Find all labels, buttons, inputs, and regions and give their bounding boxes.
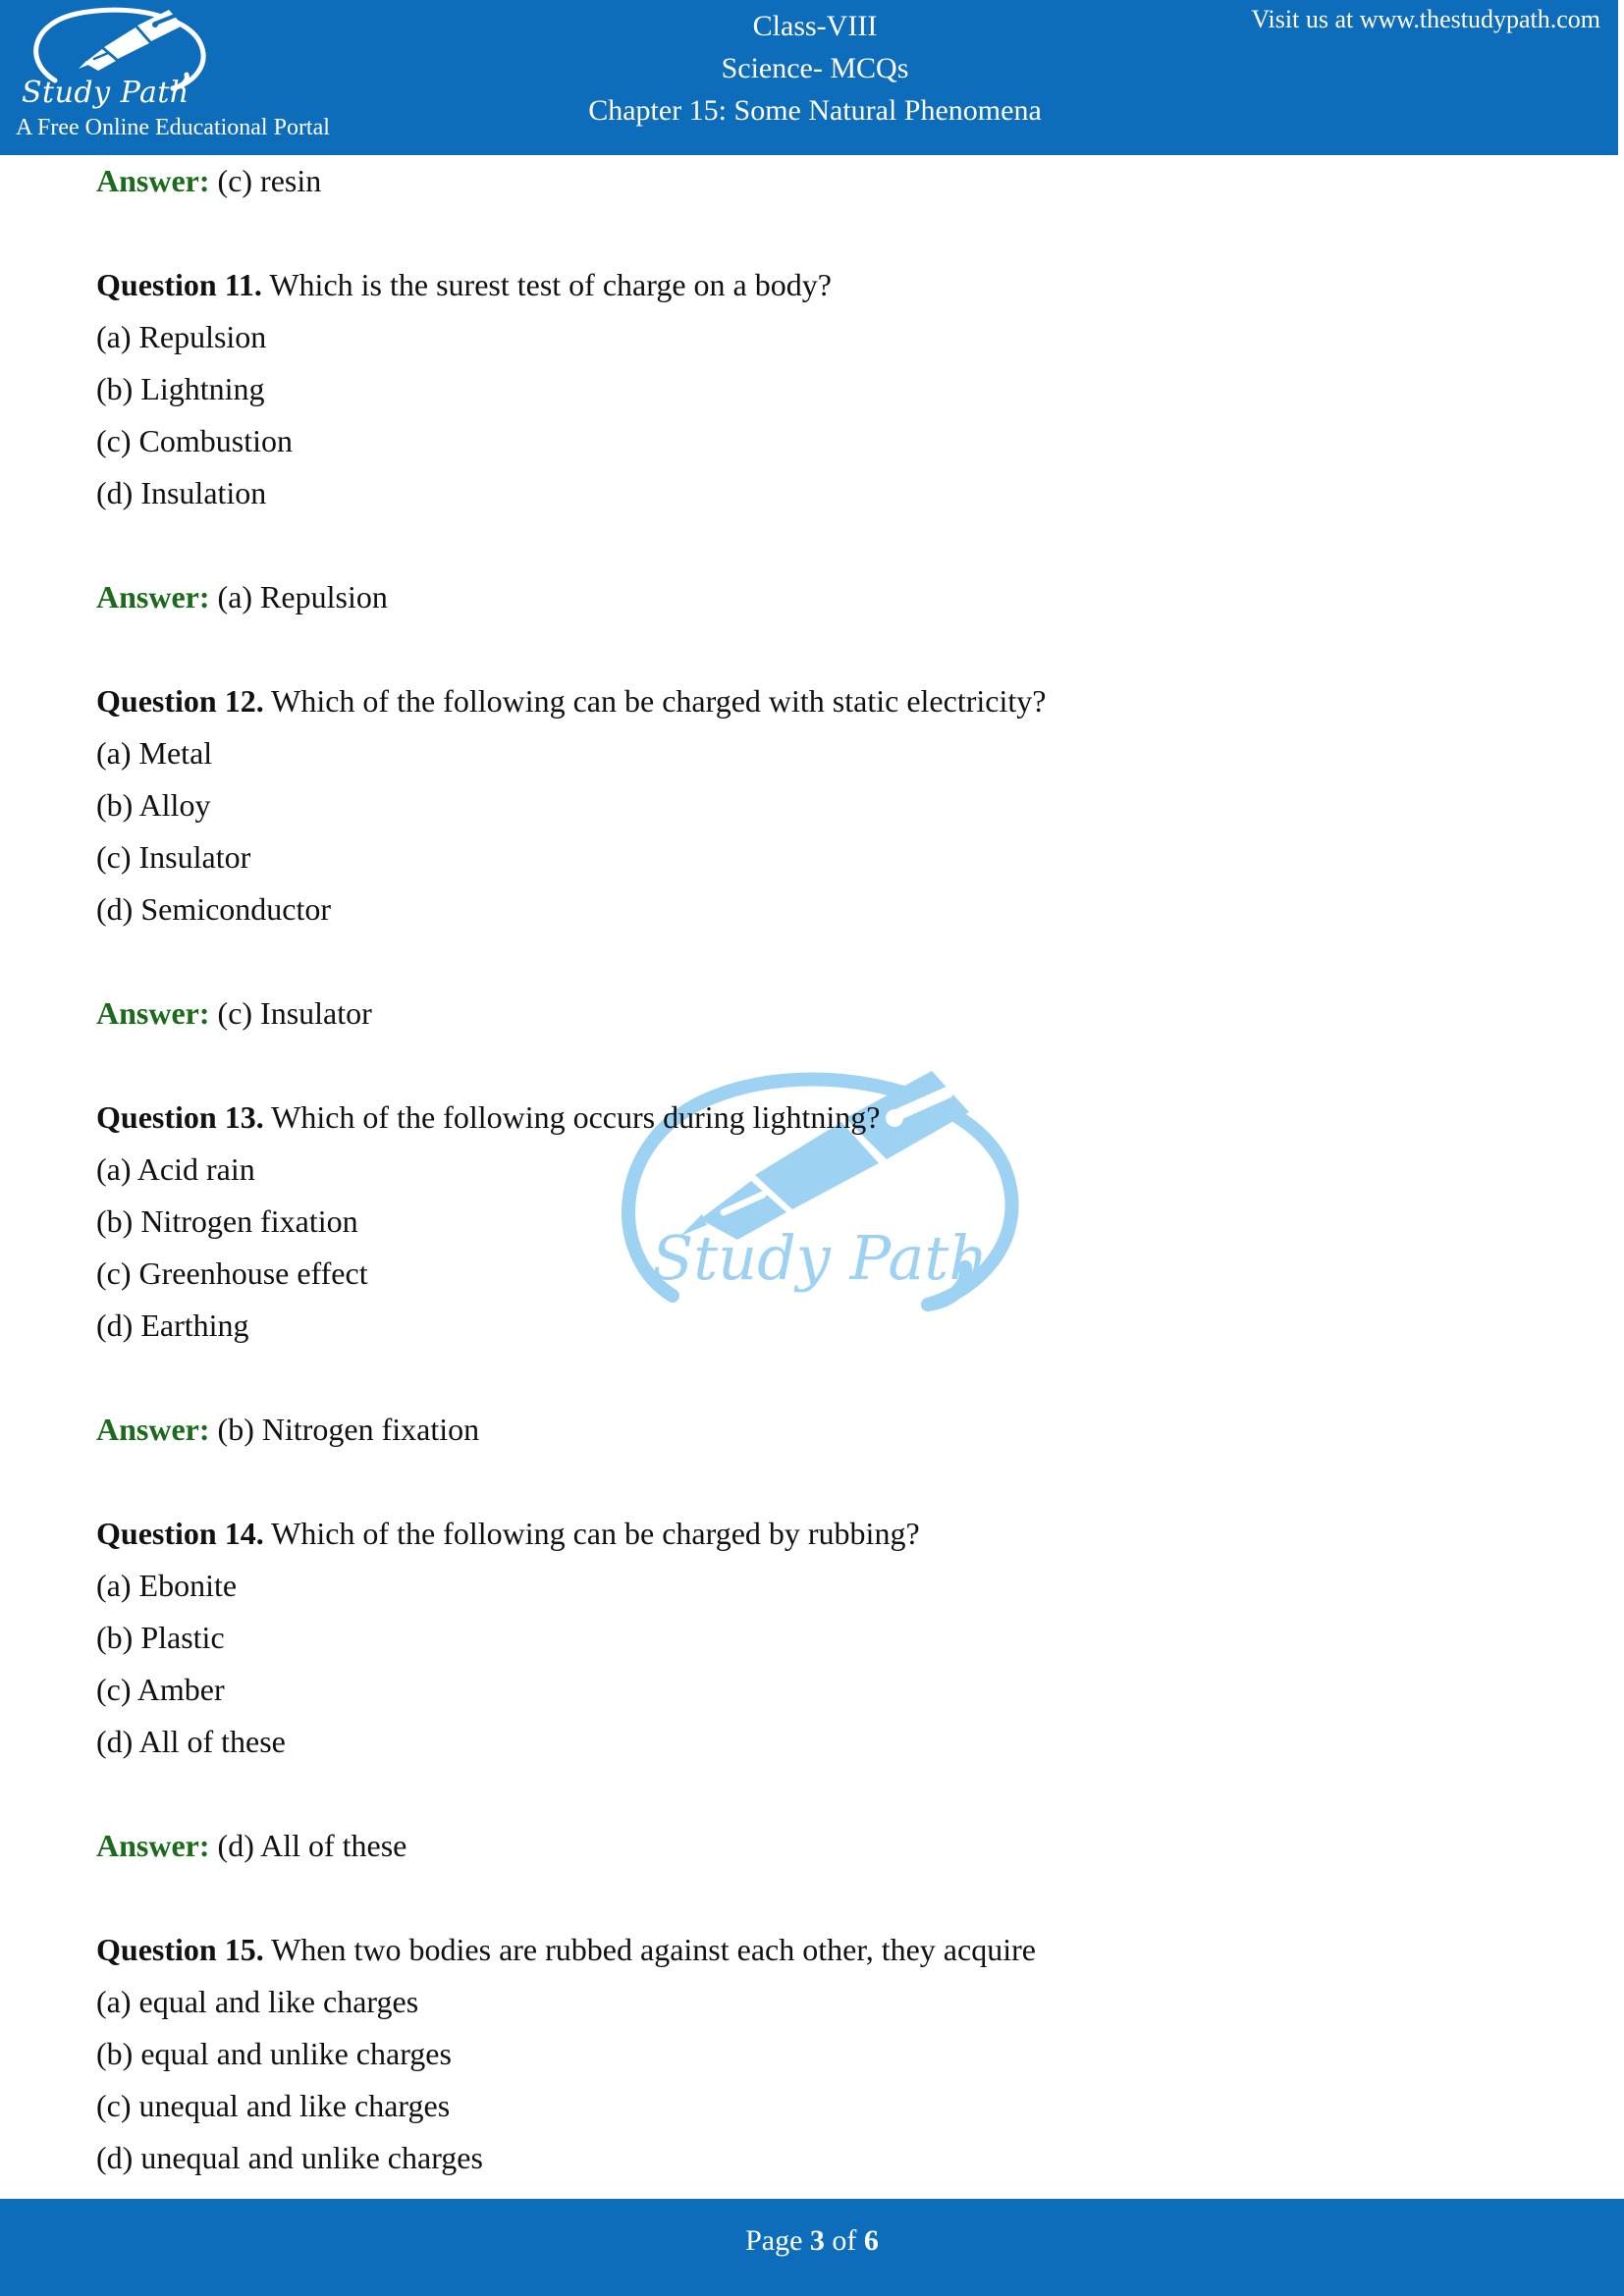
answer-value: (a) Repulsion: [209, 579, 388, 614]
question-line: Question 14. Which of the following can …: [0, 1508, 1624, 1560]
logo-script-text: Study Path: [22, 76, 189, 110]
option-line: (c) unequal and like charges: [96, 2088, 451, 2123]
page-number-indicator: Page 3 of 6: [0, 2224, 1624, 2258]
total-page-number: 6: [863, 2224, 879, 2257]
answer-value: (b) Nitrogen fixation: [209, 1412, 480, 1447]
question-prompt: Which is the surest test of charge on a …: [261, 267, 832, 302]
option-line: (b) Alloy: [96, 787, 211, 823]
answer-line: Answer: (c) Insulator: [0, 988, 1624, 1040]
of-word: of: [824, 2224, 864, 2257]
header-title-group: Class-VIII Science- MCQs Chapter 15: Som…: [324, 5, 1306, 132]
question-prompt: Which of the following occurs during lig…: [263, 1099, 881, 1135]
header-visit-url: Visit us at www.thestudypath.com: [1251, 5, 1600, 33]
question-line: Question 13. Which of the following occu…: [0, 1092, 1624, 1144]
option-line: (c) Greenhouse effect: [96, 1255, 368, 1291]
answer-label: Answer:: [96, 1828, 210, 1863]
answer-line: Answer: (a) Repulsion: [0, 571, 1624, 623]
option-line: (a) Metal: [96, 735, 213, 771]
option-line: (c) Insulator: [96, 839, 251, 875]
option-line: (b) Nitrogen fixation: [96, 1203, 358, 1239]
question-number: Question 11.: [96, 267, 262, 302]
option-line: (b) Lightning: [96, 371, 265, 406]
option-line: (d) All of these: [96, 1724, 286, 1759]
header-title-class: Class-VIII: [752, 10, 878, 42]
question-prompt: Which of the following can be charged by…: [263, 1516, 920, 1551]
question-number: Question 13.: [96, 1099, 264, 1135]
question-line: Question 11. Which is the surest test of…: [0, 259, 1624, 311]
option-line: (b) equal and unlike charges: [96, 2036, 452, 2071]
option-line: (d) Insulation: [96, 475, 267, 510]
page-content: Answer: (c) resin Question 11. Which is …: [0, 155, 1624, 2184]
site-logo: Study Path A Free Online Educational Por…: [8, 2, 330, 151]
answer-value: (d) All of these: [209, 1828, 407, 1863]
answer-label: Answer:: [96, 163, 210, 198]
question-number: Question 15.: [96, 1932, 264, 1967]
answer-line: Answer: (d) All of these: [0, 1820, 1624, 1872]
question-line: Question 15. When two bodies are rubbed …: [0, 1924, 1624, 1976]
current-page-number: 3: [809, 2224, 825, 2257]
answer-line: Answer: (c) resin: [0, 155, 1624, 207]
option-line: (b) Plastic: [96, 1620, 225, 1655]
question-number: Question 14.: [96, 1516, 264, 1551]
logo-tagline: A Free Online Educational Portal: [16, 115, 330, 140]
question-prompt: When two bodies are rubbed against each …: [263, 1932, 1036, 1967]
question-line: Question 12. Which of the following can …: [0, 675, 1624, 727]
header-title-chapter: Chapter 15: Some Natural Phenomena: [588, 94, 1042, 127]
option-line: (d) Earthing: [96, 1308, 249, 1343]
page-header: Study Path A Free Online Educational Por…: [0, 0, 1618, 155]
answer-label: Answer:: [96, 995, 210, 1031]
page-footer: Page 3 of 6: [0, 2199, 1624, 2296]
option-line: (a) Repulsion: [96, 319, 267, 354]
answer-label: Answer:: [96, 579, 210, 614]
page-word: Page: [745, 2224, 810, 2257]
document-page: Study Path A Free Online Educational Por…: [0, 0, 1624, 2296]
answer-line: Answer: (b) Nitrogen fixation: [0, 1404, 1624, 1456]
option-line: (d) unequal and unlike charges: [96, 2140, 483, 2175]
option-line: (a) Ebonite: [96, 1568, 238, 1603]
option-line: (a) Acid rain: [96, 1151, 255, 1187]
option-line: (c) Amber: [96, 1672, 225, 1707]
option-line: (d) Semiconductor: [96, 891, 332, 927]
question-number: Question 12.: [96, 683, 264, 719]
option-line: (c) Combustion: [96, 423, 293, 458]
answer-value: (c) Insulator: [209, 995, 372, 1031]
header-title-subject: Science- MCQs: [721, 52, 909, 84]
answer-value: (c) resin: [209, 163, 322, 198]
option-line: (a) equal and like charges: [96, 1984, 419, 2019]
question-prompt: Which of the following can be charged wi…: [263, 683, 1047, 719]
answer-label: Answer:: [96, 1412, 210, 1447]
